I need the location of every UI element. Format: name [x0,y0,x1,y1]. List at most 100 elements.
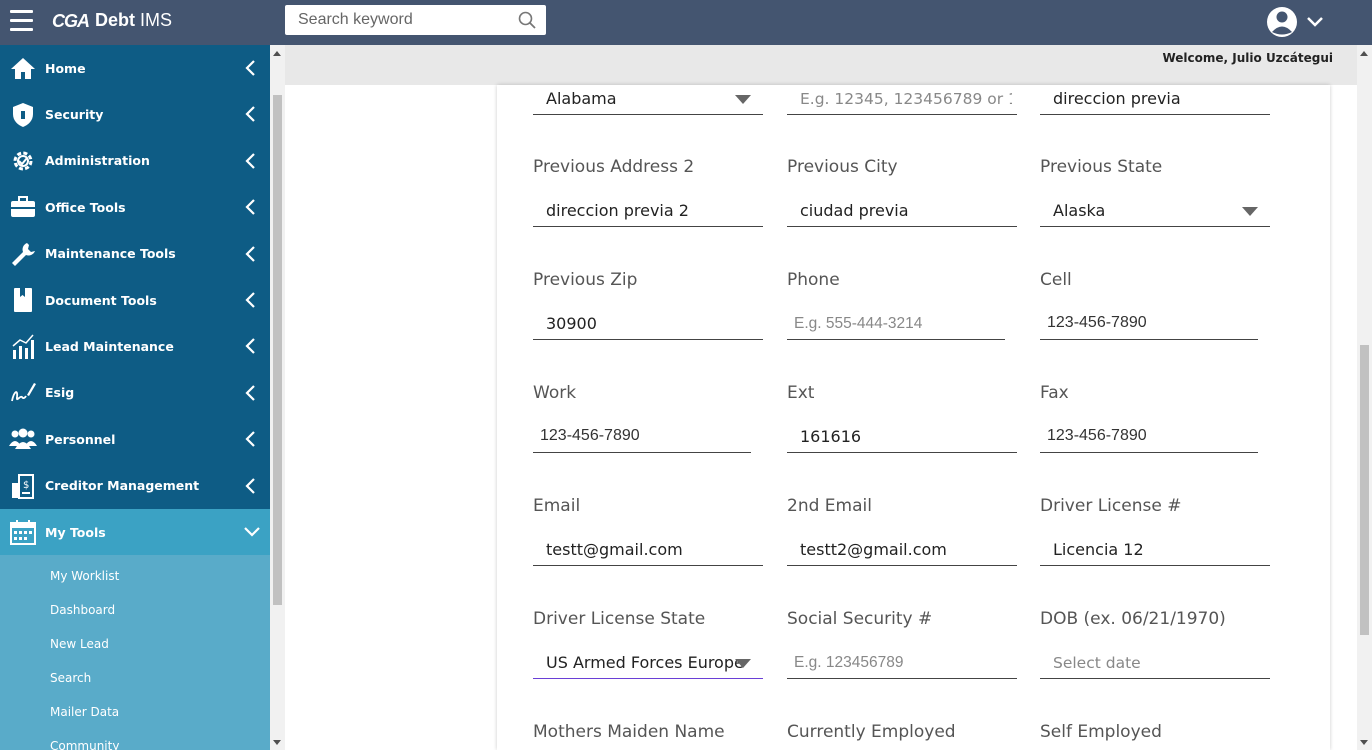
submenu-item-search[interactable]: Search [0,661,270,695]
scroll-down-arrow-icon[interactable] [1360,740,1368,745]
ssn-placeholder: E.g. 123456789 [794,654,904,671]
chevron-left-icon [245,245,255,262]
my-tools-submenu: My Worklist Dashboard New Lead Search Ma… [0,555,270,750]
user-avatar-icon [1267,7,1323,37]
search-box [285,5,546,35]
sidebar-item-label: Esig [45,385,75,401]
chart-icon [12,334,34,359]
dob-label: DOB (ex. 06/21/1970) [1040,609,1226,629]
sidebar-item-personnel[interactable]: Personnel [0,416,270,462]
driver-license-value: Licencia 12 [1053,540,1144,559]
sidebar-item-label: Personnel [45,431,116,447]
chevron-left-icon [245,477,255,494]
app-title-light: IMS [140,10,173,30]
sidebar-item-label: Lead Maintenance [45,339,174,355]
sidebar-item-maintenance-tools[interactable]: Maintenance Tools [0,231,270,277]
briefcase-icon [10,196,35,218]
sidebar-item-administration[interactable]: Administration [0,138,270,184]
sidebar: Home Security Administration Office Tool… [0,45,270,750]
search-input[interactable] [285,5,510,35]
submenu-item-community[interactable]: Community [0,729,270,750]
sidebar-item-label: Creditor Management [45,478,200,494]
email-input[interactable]: testt@gmail.com [533,536,763,566]
main-scrollbar[interactable] [1357,45,1372,750]
state-select[interactable]: Alabama [533,85,763,115]
gear-icon [13,151,32,171]
prev-city-input[interactable]: ciudad previa [787,197,1017,227]
people-icon [8,428,37,450]
chevron-left-icon [245,384,255,401]
sidebar-item-my-tools[interactable]: My Tools [0,508,270,556]
wrench-icon [11,242,35,266]
user-menu[interactable] [1266,6,1328,38]
sidebar-item-lead-maintenance[interactable]: Lead Maintenance [0,323,270,369]
submenu-item-mailer-data[interactable]: Mailer Data [0,695,270,729]
dob-input[interactable]: Select date [1040,649,1270,679]
book-icon [13,288,32,313]
scrollbar-thumb[interactable] [273,95,282,605]
cell-label: Cell [1040,270,1072,290]
submenu-item-new-lead[interactable]: New Lead [0,627,270,661]
ssn-input[interactable]: E.g. 123456789 [787,649,1017,679]
prev-city-label: Previous City [787,157,898,177]
prev-address-input[interactable]: direccion previa [1040,85,1270,115]
cell-value: 123-456-7890 [1047,314,1147,331]
cell-input[interactable]: 123-456-7890 [1040,310,1258,340]
driver-license-input[interactable]: Licencia 12 [1040,536,1270,566]
chevron-down-icon [244,527,260,537]
top-bar: CGA Debt IMS [0,0,1372,45]
zip-placeholder: E.g. 12345, 123456789 or 12 [800,90,1012,108]
currently-employed-label: Currently Employed [787,722,956,742]
prev-zip-input[interactable]: 30900 [533,310,763,340]
hamburger-menu-icon[interactable] [10,10,33,32]
chevron-left-icon [245,153,255,169]
form-card: Alabama E.g. 12345, 123456789 or 12 dire… [497,85,1330,750]
chevron-left-icon [245,292,255,308]
scroll-down-arrow-icon[interactable] [273,740,281,745]
sidebar-item-esig[interactable]: Esig [0,370,270,416]
fax-value: 123-456-7890 [1047,427,1147,444]
dropdown-arrow-icon [735,659,751,668]
scrollbar-thumb[interactable] [1360,345,1369,635]
sidebar-item-document-tools[interactable]: Document Tools [0,277,270,323]
chevron-left-icon [245,431,255,447]
submenu-item-dashboard[interactable]: Dashboard [0,593,270,627]
sidebar-item-security[interactable]: Security [0,91,270,137]
dl-state-select[interactable]: US Armed Forces Europe [533,649,763,679]
ssn-label: Social Security # [787,609,933,629]
submenu-item-my-worklist[interactable]: My Worklist [0,559,270,593]
sidebar-item-label: Maintenance Tools [45,246,176,262]
sidebar-item-label: My Tools [45,524,106,540]
sidebar-scrollbar[interactable] [270,45,285,750]
main-content: Alabama E.g. 12345, 123456789 or 12 dire… [285,85,1357,750]
email-label: Email [533,496,581,516]
work-label: Work [533,383,577,403]
prev-state-select[interactable]: Alaska [1040,197,1270,227]
fax-input[interactable]: 123-456-7890 [1040,423,1258,453]
ext-value: 161616 [800,427,862,446]
scroll-up-arrow-icon[interactable] [1360,51,1368,56]
dropdown-arrow-icon [1242,207,1258,216]
work-value: 123-456-7890 [540,427,640,444]
sidebar-item-creditor-management[interactable]: $ Creditor Management [0,463,270,509]
svg-text:$: $ [23,480,29,491]
zip-input[interactable]: E.g. 12345, 123456789 or 12 [787,85,1017,115]
app-title-bold: Debt [95,10,135,30]
prev-address2-input[interactable]: direccion previa 2 [533,197,763,227]
welcome-text: Welcome, Julio Uzcátegui [1162,51,1333,65]
sidebar-item-home[interactable]: Home [0,45,270,91]
phone-label: Phone [787,270,840,290]
phone-placeholder: E.g. 555-444-3214 [794,315,923,332]
scroll-up-arrow-icon[interactable] [273,51,281,56]
chevron-left-icon [245,106,255,123]
search-icon[interactable] [518,11,536,29]
email2-input[interactable]: testt2@gmail.com [787,536,1017,566]
ext-input[interactable]: 161616 [787,423,1017,453]
shield-icon [12,102,33,127]
sidebar-item-office-tools[interactable]: Office Tools [0,184,270,230]
chevron-left-icon [245,60,255,76]
work-input[interactable]: 123-456-7890 [533,423,751,453]
chevron-left-icon [245,199,255,215]
phone-input[interactable]: E.g. 555-444-3214 [787,310,1005,340]
ext-label: Ext [787,383,815,403]
